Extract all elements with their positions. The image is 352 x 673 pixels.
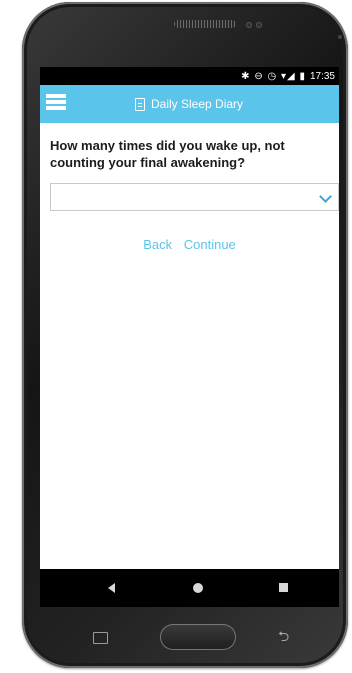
nav-links: Back Continue (40, 237, 339, 252)
document-icon (135, 97, 145, 111)
status-bar: ✱ ⊖ ◷ ▾◢ ▮ 17:35 (40, 67, 339, 85)
app-bar: Daily Sleep Diary (40, 85, 339, 123)
phone-screen: ✱ ⊖ ◷ ▾◢ ▮ 17:35 Daily Sleep Diary How m… (40, 67, 339, 607)
earpiece-speaker (174, 20, 236, 28)
question-text: How many times did you wake up, not coun… (50, 138, 285, 170)
hamburger-menu-icon[interactable] (46, 94, 66, 114)
hardware-home-button[interactable] (160, 624, 236, 650)
nav-home-icon[interactable] (193, 583, 203, 593)
stage: ⮌ ✱ ⊖ ◷ ▾◢ ▮ 17:35 Daily Sleep Diary How… (0, 0, 352, 673)
chevron-down-icon (319, 190, 332, 203)
status-time: 17:35 (309, 70, 335, 82)
continue-link[interactable]: Continue (184, 237, 236, 252)
hardware-back-icon[interactable]: ⮌ (278, 626, 289, 650)
status-icons: ✱ ⊖ ◷ ▾◢ ▮ (241, 70, 306, 82)
app-title-text: Daily Sleep Diary (151, 97, 244, 111)
wake-count-select[interactable] (50, 183, 339, 211)
nav-back-icon[interactable] (108, 583, 115, 593)
back-link[interactable]: Back (143, 237, 172, 252)
nav-recents-icon[interactable] (279, 583, 288, 592)
front-camera-sensor (256, 22, 262, 28)
app-title: Daily Sleep Diary (135, 97, 243, 111)
proximity-sensor (246, 22, 252, 28)
hardware-recent-apps-icon[interactable] (93, 632, 108, 644)
android-nav-bar (40, 569, 339, 607)
front-camera (338, 35, 342, 39)
